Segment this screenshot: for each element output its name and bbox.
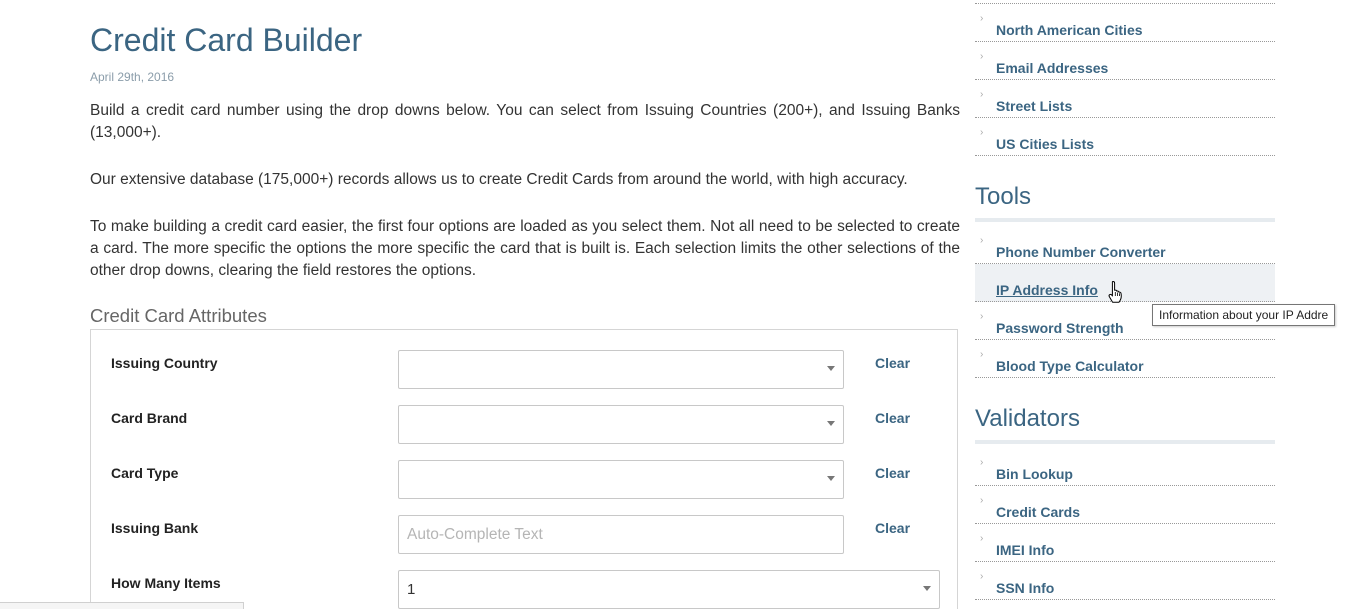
sidebar-item-label[interactable]: US Cities Lists xyxy=(996,135,1094,153)
how-many-value: 1 xyxy=(407,581,416,598)
card-type-row: Card Type Clear xyxy=(111,460,941,500)
sidebar-item-label[interactable]: North American Cities xyxy=(996,21,1143,39)
card-brand-row: Card Brand Clear xyxy=(111,405,941,445)
validators-links-list: › Bin Lookup › Credit Cards › IMEI Info … xyxy=(975,448,1275,600)
sidebar-item-credit-cards[interactable]: › Credit Cards xyxy=(975,486,1275,524)
card-brand-label: Card Brand xyxy=(111,410,188,426)
sidebar-item-label[interactable]: IMEI Info xyxy=(996,541,1054,559)
sidebar-item-north-american-cities[interactable]: › North American Cities xyxy=(975,4,1275,42)
sidebar-item-label[interactable]: Street Lists xyxy=(996,97,1072,115)
issuing-bank-label: Issuing Bank xyxy=(111,520,199,536)
database-paragraph: Our extensive database (175,000+) record… xyxy=(90,171,908,188)
chevron-right-icon: › xyxy=(980,235,984,246)
issuing-bank-row: Issuing Bank Clear xyxy=(111,515,941,555)
sidebar-item-label[interactable]: Bin Lookup xyxy=(996,465,1073,483)
chevron-right-icon: › xyxy=(980,495,984,506)
hand-pointer-icon xyxy=(1108,281,1122,303)
sidebar-item-phone-number-converter[interactable]: › Phone Number Converter xyxy=(975,226,1275,264)
data-links-list: › North American Cities › Email Addresse… xyxy=(975,4,1275,156)
issuing-bank-input[interactable] xyxy=(398,515,844,554)
chevron-down-icon xyxy=(827,476,835,481)
post-date: April 29th, 2016 xyxy=(90,70,175,84)
chevron-right-icon: › xyxy=(980,13,984,24)
how-many-label: How Many Items xyxy=(111,575,221,591)
validators-heading: Validators xyxy=(975,404,1275,444)
tools-heading: Tools xyxy=(975,182,1275,222)
chevron-right-icon: › xyxy=(980,51,984,62)
chevron-right-icon: › xyxy=(980,533,984,544)
sidebar-item-label[interactable]: Phone Number Converter xyxy=(996,243,1166,261)
browser-status-bar xyxy=(0,602,244,609)
sidebar-item-us-cities-lists[interactable]: › US Cities Lists xyxy=(975,118,1275,156)
sidebar-item-email-addresses[interactable]: › Email Addresses xyxy=(975,42,1275,80)
chevron-right-icon: › xyxy=(980,127,984,138)
card-brand-select[interactable] xyxy=(398,405,844,444)
how-many-select[interactable]: 1 xyxy=(398,570,940,609)
attributes-panel: Issuing Country Clear Card Brand Clear C… xyxy=(90,329,958,609)
sidebar-item-bin-lookup[interactable]: › Bin Lookup xyxy=(975,448,1275,486)
sidebar-item-imei-info[interactable]: › IMEI Info xyxy=(975,524,1275,562)
sidebar-item-label[interactable]: SSN Info xyxy=(996,579,1054,597)
sidebar-item-label[interactable]: Password Strength xyxy=(996,319,1124,337)
issuing-country-label: Issuing Country xyxy=(111,355,218,371)
sidebar-item-label[interactable]: IP Address Info xyxy=(996,281,1098,299)
ip-address-tooltip: Information about your IP Addre xyxy=(1152,304,1336,326)
chevron-down-icon xyxy=(827,366,835,371)
issuing-bank-clear-link[interactable]: Clear xyxy=(875,519,910,537)
chevron-right-icon: › xyxy=(980,311,984,322)
card-type-clear-link[interactable]: Clear xyxy=(875,464,910,482)
card-type-label: Card Type xyxy=(111,465,179,481)
intro-paragraph: Build a credit card number using the dro… xyxy=(90,102,960,141)
sidebar-item-label[interactable]: Email Addresses xyxy=(996,59,1108,77)
page: Credit Card Builder April 29th, 2016 Bui… xyxy=(0,0,1348,609)
chevron-down-icon xyxy=(923,586,931,591)
issuing-country-row: Issuing Country Clear xyxy=(111,350,941,390)
sidebar-item-label[interactable]: Credit Cards xyxy=(996,503,1080,521)
chevron-down-icon xyxy=(827,421,835,426)
sidebar-item-label[interactable]: Blood Type Calculator xyxy=(996,357,1144,375)
card-brand-clear-link[interactable]: Clear xyxy=(875,409,910,427)
chevron-right-icon: › xyxy=(980,349,984,360)
page-title: Credit Card Builder xyxy=(90,22,363,58)
attributes-section-title: Credit Card Attributes xyxy=(90,305,267,326)
sidebar-item-ssn-info[interactable]: › SSN Info xyxy=(975,562,1275,600)
issuing-country-clear-link[interactable]: Clear xyxy=(875,354,910,372)
chevron-right-icon: › xyxy=(980,457,984,468)
chevron-right-icon: › xyxy=(980,89,984,100)
instructions-paragraph: To make building a credit card easier, t… xyxy=(90,218,960,279)
chevron-right-icon: › xyxy=(980,571,984,582)
sidebar-item-blood-type-calculator[interactable]: › Blood Type Calculator xyxy=(975,340,1275,378)
issuing-country-select[interactable] xyxy=(398,350,844,389)
card-type-select[interactable] xyxy=(398,460,844,499)
sidebar-item-street-lists[interactable]: › Street Lists xyxy=(975,80,1275,118)
